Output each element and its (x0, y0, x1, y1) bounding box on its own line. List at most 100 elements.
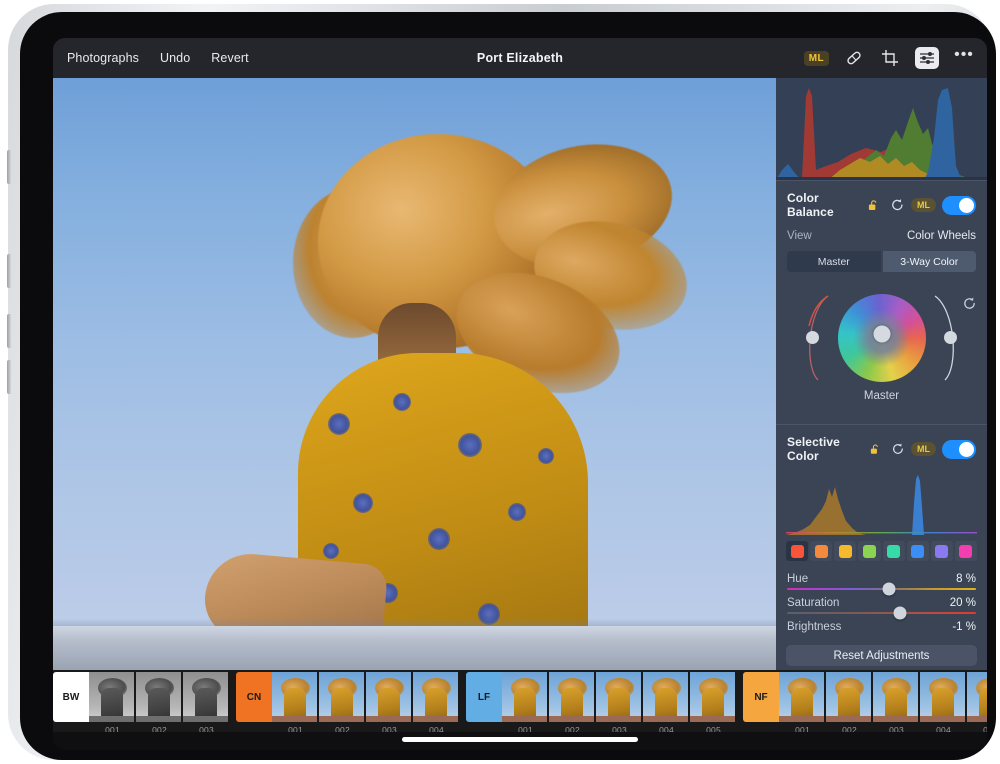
filmstrip[interactable]: BW001002003CN001002003004LF0010020030040… (53, 670, 987, 732)
volume-up-button[interactable] (7, 150, 11, 184)
saturation-slider-knob[interactable] (894, 607, 907, 620)
thumbnail-nf-004[interactable] (920, 672, 965, 722)
thumbnail-nf-002[interactable] (826, 672, 871, 722)
group-chip-nf[interactable]: NF (743, 672, 779, 722)
thumbnail-lf-005[interactable] (690, 672, 735, 722)
thumb-ledge (826, 716, 871, 722)
segment-3-way-color[interactable]: 3-Way Color (883, 251, 977, 272)
crop-icon[interactable] (879, 47, 901, 69)
floral-pattern (458, 433, 482, 457)
view-row: View Color Wheels (776, 227, 987, 251)
selective-color-header: Selective Color ML (776, 425, 987, 471)
thumbnail-label: 002 (549, 725, 596, 732)
swatch-orange[interactable] (810, 541, 832, 561)
hue-slider-knob[interactable] (883, 583, 896, 596)
home-indicator[interactable] (402, 737, 638, 742)
thumbnail-cn-003[interactable] (366, 672, 411, 722)
volume-down-button[interactable] (7, 254, 11, 288)
floral-pattern (393, 393, 411, 411)
film-group-nf: NF001002003004005006 (743, 670, 987, 732)
swatch-orange-chip (815, 545, 828, 558)
hue-slider-track[interactable] (787, 588, 976, 590)
thumbnail-label: 004 (920, 725, 967, 732)
thumb-ledge (967, 716, 987, 722)
floral-pattern (323, 543, 339, 559)
power-button[interactable] (7, 314, 11, 348)
segment-master[interactable]: Master (787, 251, 881, 272)
group-chip-cn[interactable]: CN (236, 672, 272, 722)
saturation-value: 20 % (950, 597, 976, 609)
device-bezel: Photographs Undo Revert Port Elizabeth M… (20, 12, 996, 760)
thumbnail-item: 001 (89, 672, 136, 732)
photo-subject (203, 128, 673, 670)
thumbnail-bw-001[interactable] (89, 672, 134, 722)
thumbnail-item: 002 (319, 672, 366, 732)
adjustments-icon[interactable] (915, 47, 939, 69)
thumbnail-cn-001[interactable] (272, 672, 317, 722)
more-icon[interactable]: ••• (953, 47, 975, 69)
thumbnail-item: 002 (549, 672, 596, 732)
thumbnail-lf-002[interactable] (549, 672, 594, 722)
swatch-teal[interactable] (883, 541, 905, 561)
thumb-ledge (319, 716, 364, 722)
wheel-reset-icon[interactable] (962, 296, 977, 311)
selective-color-histogram (786, 473, 977, 535)
unlock-icon[interactable] (870, 443, 880, 455)
undo-button[interactable]: Undo (160, 51, 190, 65)
reset-icon[interactable] (891, 441, 905, 457)
thumbnail-nf-001[interactable] (779, 672, 824, 722)
thumbnail-nf-005[interactable] (967, 672, 987, 722)
retouch-icon[interactable] (843, 47, 865, 69)
brightness-value: -1 % (952, 621, 976, 633)
side-button[interactable] (7, 360, 11, 394)
brightness-handle[interactable] (944, 331, 957, 344)
swatch-yellow[interactable] (834, 541, 856, 561)
swatch-purple[interactable] (931, 541, 953, 561)
swatch-red[interactable] (786, 541, 808, 561)
thumbnail-cn-004[interactable] (413, 672, 458, 722)
thumbnail-label: 002 (136, 725, 183, 732)
ipad-device-frame: Photographs Undo Revert Port Elizabeth M… (8, 4, 992, 760)
thumbnail-label: 003 (873, 725, 920, 732)
brightness-slider-head: Brightness -1 % (787, 617, 976, 636)
reset-adjustments-button[interactable]: Reset Adjustments (786, 645, 977, 666)
photo-canvas[interactable] (53, 78, 776, 670)
thumbnail-bw-003[interactable] (183, 672, 228, 722)
toggle-knob (959, 198, 974, 213)
thumbnail-cn-002[interactable] (319, 672, 364, 722)
ml-badge-selective-color[interactable]: ML (911, 442, 936, 456)
thumbnail-label: 004 (413, 725, 460, 732)
ml-badge-color-balance[interactable]: ML (911, 198, 936, 212)
saturation-slider-track[interactable] (787, 612, 976, 614)
photographs-button[interactable]: Photographs (67, 51, 139, 65)
thumbnail-bw-002[interactable] (136, 672, 181, 722)
swatch-yellow-chip (839, 545, 852, 558)
thumbnail-lf-004[interactable] (643, 672, 688, 722)
selective-color-toggle[interactable] (942, 440, 976, 459)
color-balance-header: Color Balance ML (776, 181, 987, 227)
thumbnail-label: 001 (89, 725, 136, 732)
view-value[interactable]: Color Wheels (907, 230, 976, 242)
thumbnail-item: 005 (967, 672, 987, 732)
thumbnail-nf-003[interactable] (873, 672, 918, 722)
thumbnail-item: 001 (779, 672, 826, 732)
swatch-teal-chip (887, 545, 900, 558)
swatch-green[interactable] (858, 541, 880, 561)
saturation-handle[interactable] (806, 331, 819, 344)
ml-badge[interactable]: ML (804, 51, 829, 66)
unlock-icon[interactable] (868, 199, 878, 211)
color-balance-toggle[interactable] (942, 196, 976, 215)
swatch-blue[interactable] (907, 541, 929, 561)
group-chip-lf[interactable]: LF (466, 672, 502, 722)
color-wheel-center-handle[interactable] (873, 326, 890, 343)
revert-button[interactable]: Revert (211, 51, 248, 65)
thumbnail-lf-003[interactable] (596, 672, 641, 722)
thumbnail-lf-001[interactable] (502, 672, 547, 722)
reset-icon[interactable] (890, 197, 905, 213)
thumb-ledge (549, 716, 594, 722)
swatch-magenta[interactable] (955, 541, 977, 561)
thumbnail-item: 004 (413, 672, 460, 732)
toggle-knob (959, 442, 974, 457)
film-group-lf: LF001002003004005 (466, 670, 737, 732)
group-chip-bw[interactable]: BW (53, 672, 89, 722)
